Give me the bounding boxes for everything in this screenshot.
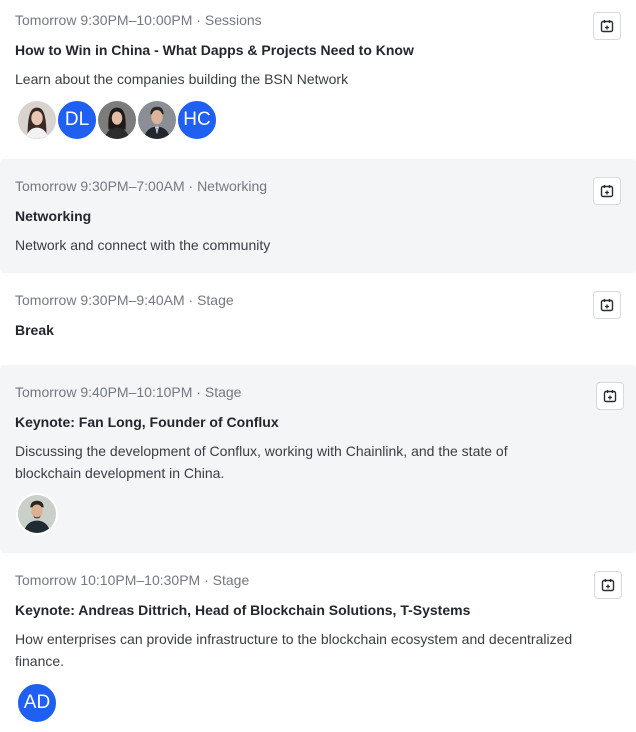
event-meta: Tomorrow 9:30PM–7:00AM · Networking: [15, 178, 268, 194]
speaker-avatar[interactable]: [136, 99, 178, 141]
add-to-calendar-button[interactable]: [593, 12, 621, 40]
calendar-add-icon: [600, 20, 614, 33]
speaker-avatar[interactable]: [96, 99, 138, 141]
calendar-add-icon: [603, 390, 617, 403]
avatar-initials: AD: [23, 692, 51, 713]
avatar-initials: DL: [64, 109, 90, 130]
event-description: Network and connect with the community: [15, 237, 271, 253]
agenda-item-china-dapps[interactable]: Tomorrow 9:30PM–10:00PM · Sessions How t…: [0, 0, 636, 150]
avatar-initials: HC: [183, 109, 211, 130]
man-in-suit-portrait-icon: [138, 101, 176, 139]
event-description: How enterprises can provide infrastructu…: [15, 631, 573, 669]
calendar-add-icon: [600, 299, 614, 312]
woman-portrait-icon: [18, 101, 56, 139]
speaker-avatars: AD: [16, 682, 58, 724]
speaker-avatars: DL HC: [16, 99, 218, 141]
speaker-avatar[interactable]: AD: [16, 682, 58, 724]
event-meta: Tomorrow 9:40PM–10:10PM · Stage: [15, 384, 242, 400]
agenda-item-break[interactable]: Tomorrow 9:30PM–9:40AM · Stage Break: [0, 273, 636, 365]
event-meta: Tomorrow 9:30PM–10:00PM · Sessions: [15, 12, 262, 28]
agenda-item-keynote-andreas-dittrich[interactable]: Tomorrow 10:10PM–10:30PM · Stage Keynote…: [0, 553, 636, 732]
event-description: Learn about the companies building the B…: [15, 71, 349, 87]
add-to-calendar-button[interactable]: [593, 177, 621, 205]
agenda-item-networking[interactable]: Tomorrow 9:30PM–7:00AM · Networking Netw…: [0, 159, 636, 273]
event-title[interactable]: Keynote: Fan Long, Founder of Conflux: [15, 413, 279, 431]
add-to-calendar-button[interactable]: [594, 571, 622, 599]
calendar-add-icon: [600, 185, 614, 198]
event-title[interactable]: Keynote: Andreas Dittrich, Head of Block…: [15, 601, 470, 619]
add-to-calendar-button[interactable]: [593, 291, 621, 319]
event-meta: Tomorrow 10:10PM–10:30PM · Stage: [15, 572, 250, 588]
add-to-calendar-button[interactable]: [596, 382, 624, 410]
speaker-avatar[interactable]: DL: [56, 99, 98, 141]
event-title[interactable]: How to Win in China - What Dapps & Proje…: [15, 41, 414, 59]
man-portrait-icon: [18, 495, 56, 533]
event-title[interactable]: Networking: [15, 207, 91, 225]
event-meta: Tomorrow 9:30PM–9:40AM · Stage: [15, 292, 234, 308]
event-title[interactable]: Break: [15, 321, 54, 339]
agenda-item-keynote-fan-long[interactable]: Tomorrow 9:40PM–10:10PM · Stage Keynote:…: [0, 365, 636, 553]
speaker-avatars: [16, 493, 58, 535]
woman-portrait-icon: [98, 101, 136, 139]
speaker-avatar[interactable]: HC: [176, 99, 218, 141]
speaker-avatar[interactable]: [16, 493, 58, 535]
speaker-avatar[interactable]: [16, 99, 58, 141]
event-description: Discussing the development of Conflux, w…: [15, 443, 508, 481]
calendar-add-icon: [601, 579, 615, 592]
